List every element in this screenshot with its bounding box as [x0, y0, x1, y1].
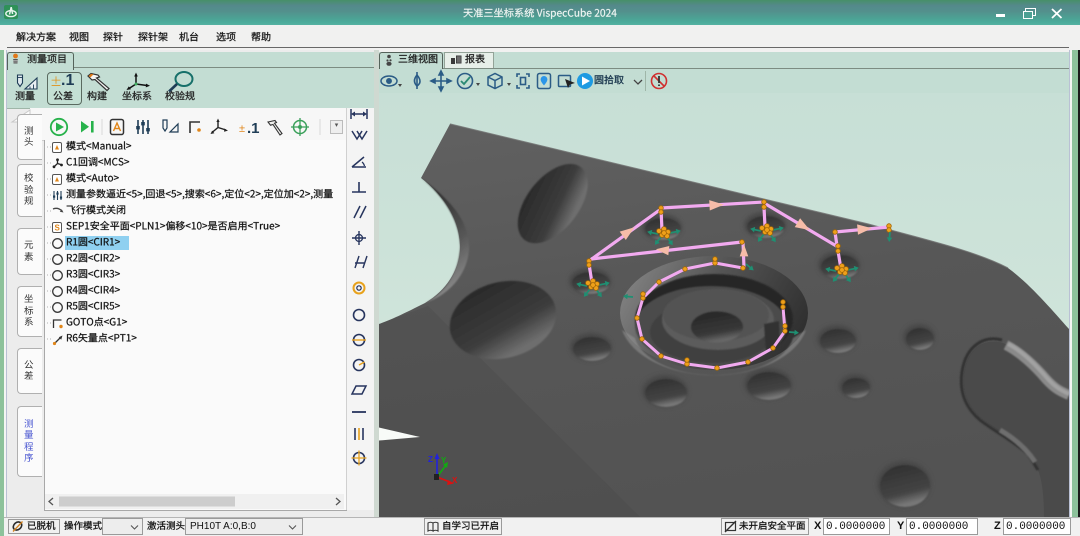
- svg-text:X: X: [452, 476, 458, 485]
- svg-text:Z: Z: [428, 455, 433, 464]
- svg-text:Y: Y: [441, 456, 447, 465]
